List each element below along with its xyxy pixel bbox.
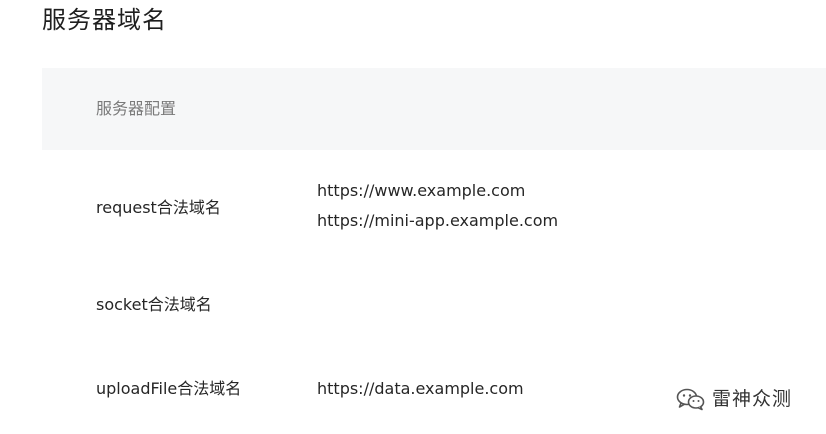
row-values-request: https://www.example.com https://mini-app… [317,176,558,236]
watermark: 雷神众测 [676,386,792,412]
server-domain-page: 服务器域名 服务器配置 request合法域名 https://www.exam… [0,0,826,434]
watermark-text: 雷神众测 [712,388,793,410]
table-header: 服务器配置 [42,68,826,150]
domain-value: https://data.example.com [317,379,524,398]
row-label-uploadfile: uploadFile合法域名 [96,379,242,398]
table-row-request: request合法域名 https://www.example.com http… [42,150,826,260]
table-row-socket: socket合法域名 [42,260,826,350]
row-label-socket: socket合法域名 [96,295,212,314]
page-title: 服务器域名 [42,6,167,34]
domain-value: https://mini-app.example.com [317,211,559,230]
table-header-label: 服务器配置 [96,99,177,118]
domain-value: https://www.example.com [317,181,526,200]
row-label-request: request合法域名 [96,198,221,217]
row-values-uploadfile: https://data.example.com [317,374,524,404]
wechat-icon [676,388,705,411]
